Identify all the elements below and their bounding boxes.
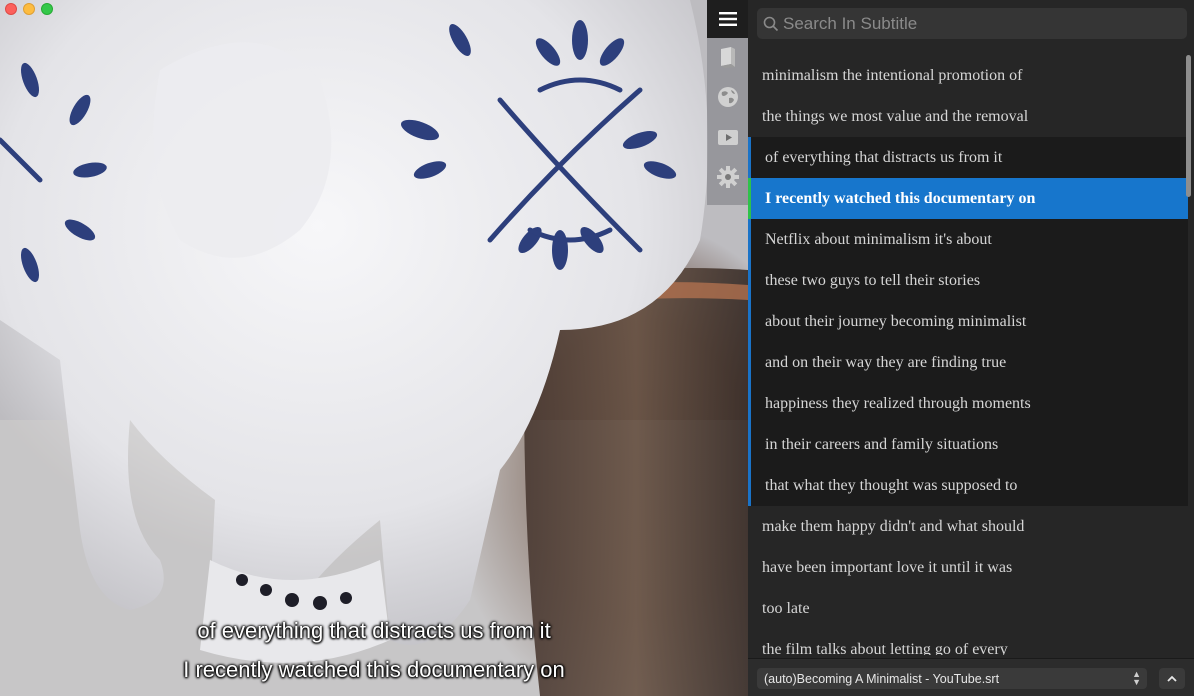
menu-button[interactable] <box>707 0 748 38</box>
close-window-button[interactable] <box>5 3 17 15</box>
subtitle-row[interactable]: make them happy didn't and what should <box>748 506 1188 547</box>
video-icon <box>717 130 738 145</box>
collapse-button[interactable] <box>1159 668 1185 689</box>
gear-icon <box>716 166 739 188</box>
chevron-up-icon <box>1167 675 1177 682</box>
select-arrows-icon: ▲ ▼ <box>1132 669 1141 687</box>
menu-icon <box>718 12 737 26</box>
subtitle-file-select[interactable]: (auto)Becoming A Minimalist - YouTube.sr… <box>757 668 1147 689</box>
subtitles-button[interactable] <box>707 38 748 76</box>
side-toolbar <box>707 0 748 205</box>
window-controls <box>5 3 53 15</box>
video-frame-elephant-figurine <box>0 0 748 696</box>
subtitle-row[interactable]: have been important love it until it was <box>748 547 1188 588</box>
subtitle-row[interactable]: in their careers and family situations <box>748 424 1188 465</box>
settings-button[interactable] <box>707 158 748 196</box>
subtitle-row[interactable]: of everything that distracts us from it <box>748 137 1188 178</box>
subtitle-row[interactable]: too late <box>748 588 1188 629</box>
video-player[interactable]: of everything that distracts us from it … <box>0 0 748 696</box>
subtitle-row[interactable]: about their journey becoming minimalist <box>748 301 1188 342</box>
video-subtitle-line-1: of everything that distracts us from it <box>197 618 551 643</box>
subtitle-row[interactable]: and on their way they are finding true <box>748 342 1188 383</box>
subtitle-row[interactable]: happiness they realized through moments <box>748 383 1188 424</box>
minimize-window-button[interactable] <box>23 3 35 15</box>
online-subtitles-button[interactable] <box>707 78 748 116</box>
footer-bar: (auto)Becoming A Minimalist - YouTube.sr… <box>748 658 1194 696</box>
maximize-window-button[interactable] <box>41 3 53 15</box>
subtitle-row[interactable]: that what they thought was supposed to <box>748 465 1188 506</box>
subtitle-row[interactable]: the things we most value and the removal <box>748 96 1188 137</box>
search-box <box>757 8 1187 39</box>
search-input[interactable] <box>783 13 1173 34</box>
subtitle-row[interactable]: minimalism the intentional promotion of <box>748 55 1188 96</box>
subtitle-panel: minimalism the intentional promotion oft… <box>748 0 1194 696</box>
subtitle-row[interactable]: the film talks about letting go of every <box>748 629 1188 656</box>
subtitle-list[interactable]: minimalism the intentional promotion of t… <box>748 55 1188 655</box>
book-icon <box>720 47 735 68</box>
globe-icon <box>717 87 738 107</box>
subtitle-file-name: (auto)Becoming A Minimalist - YouTube.sr… <box>764 671 1000 686</box>
video-subtitle-line-2: I recently watched this documentary on <box>183 657 565 682</box>
subtitle-row[interactable]: these two guys to tell their stories <box>748 260 1188 301</box>
subtitle-row[interactable]: Netflix about minimalism it's about <box>748 219 1188 260</box>
subtitle-row-current[interactable]: I recently watched this documentary on <box>748 178 1188 219</box>
video-button[interactable] <box>707 118 748 156</box>
subtitle-list-scrollbar[interactable] <box>1186 55 1191 197</box>
search-icon <box>763 16 779 31</box>
